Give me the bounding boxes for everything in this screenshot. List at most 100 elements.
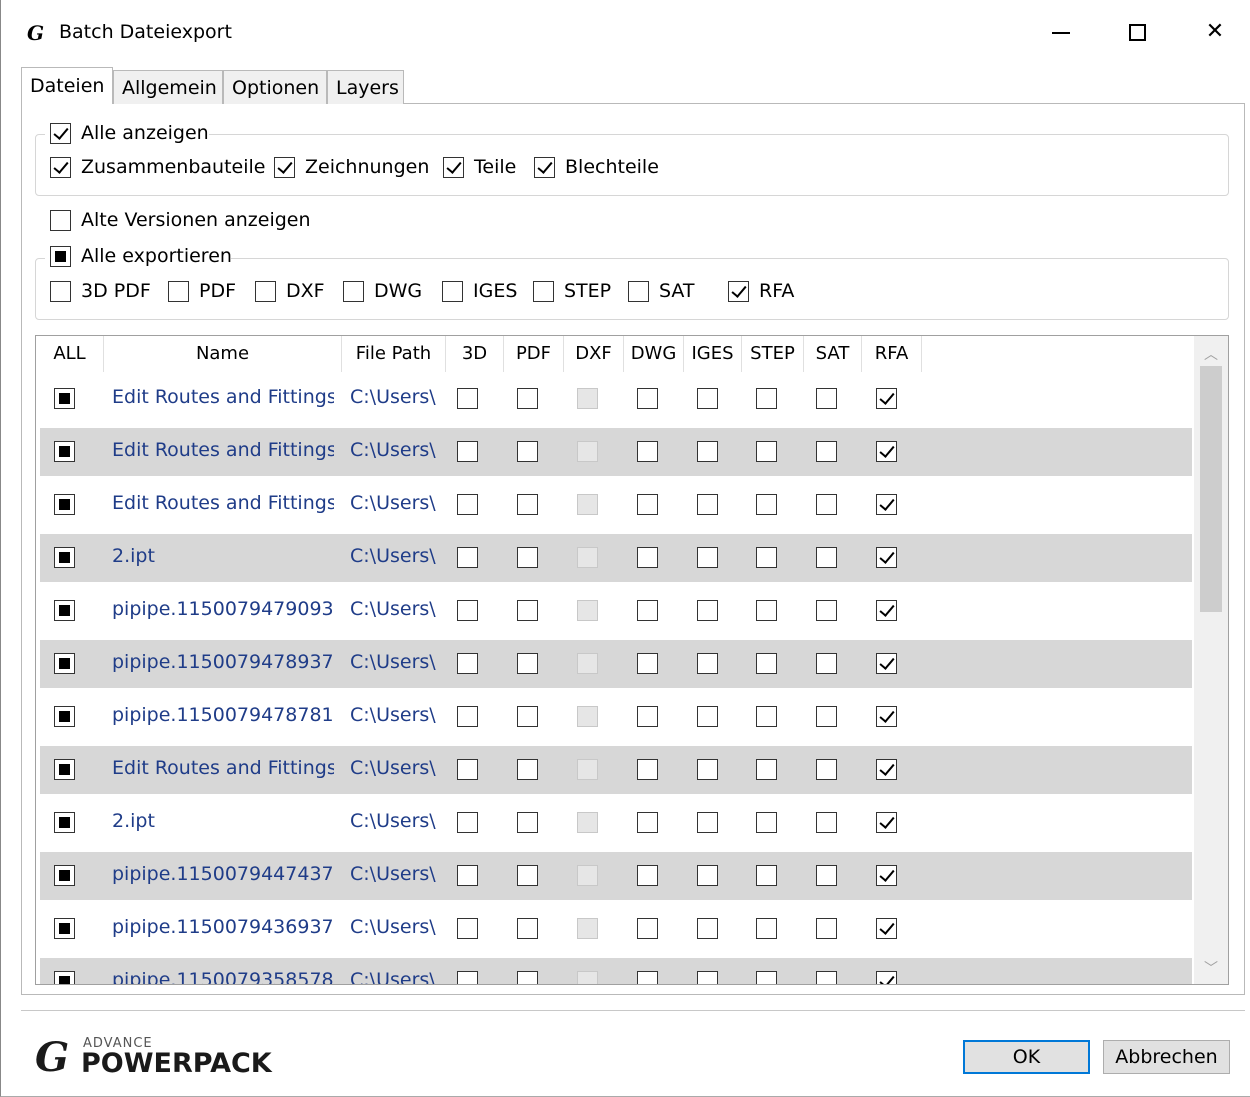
close-button[interactable]: ✕ bbox=[1195, 14, 1235, 50]
format-sat-checkbox[interactable] bbox=[628, 281, 649, 302]
column-header-all[interactable]: ALL bbox=[36, 336, 104, 372]
row-step-checkbox[interactable] bbox=[756, 388, 777, 409]
row-step-checkbox[interactable] bbox=[756, 812, 777, 833]
row-pdf-checkbox[interactable] bbox=[517, 971, 538, 984]
table-row[interactable]: pipipe.1150079447437.i C:\Users\ bbox=[40, 852, 1192, 900]
row-dwg-checkbox[interactable] bbox=[637, 918, 658, 939]
table-row[interactable]: pipipe.1150079478781.i C:\Users\ bbox=[40, 693, 1192, 741]
row-iges-checkbox[interactable] bbox=[697, 600, 718, 621]
row-all-checkbox[interactable] bbox=[54, 547, 75, 568]
column-header-dxf[interactable]: DXF bbox=[564, 336, 624, 372]
row-dwg-checkbox[interactable] bbox=[637, 865, 658, 886]
column-header-iges[interactable]: IGES bbox=[684, 336, 742, 372]
row-dwg-checkbox[interactable] bbox=[637, 388, 658, 409]
row-iges-checkbox[interactable] bbox=[697, 441, 718, 462]
row-rfa-checkbox[interactable] bbox=[876, 388, 897, 409]
tab-optionen[interactable]: Optionen bbox=[223, 70, 327, 104]
row-rfa-checkbox[interactable] bbox=[876, 865, 897, 886]
row-sat-checkbox[interactable] bbox=[816, 653, 837, 674]
column-header-dwg[interactable]: DWG bbox=[624, 336, 684, 372]
row-dwg-checkbox[interactable] bbox=[637, 547, 658, 568]
title-bar[interactable]: G Batch Dateiexport ✕ bbox=[1, 0, 1250, 64]
row-all-checkbox[interactable] bbox=[54, 600, 75, 621]
row-pdf-checkbox[interactable] bbox=[517, 547, 538, 568]
row-all-checkbox[interactable] bbox=[54, 812, 75, 833]
row-iges-checkbox[interactable] bbox=[697, 706, 718, 727]
row-3d-checkbox[interactable] bbox=[457, 759, 478, 780]
row-pdf-checkbox[interactable] bbox=[517, 812, 538, 833]
table-row[interactable]: pipipe.1150079436937.i C:\Users\ bbox=[40, 905, 1192, 953]
row-sat-checkbox[interactable] bbox=[816, 388, 837, 409]
row-3d-checkbox[interactable] bbox=[457, 494, 478, 515]
row-rfa-checkbox[interactable] bbox=[876, 918, 897, 939]
row-sat-checkbox[interactable] bbox=[816, 918, 837, 939]
row-step-checkbox[interactable] bbox=[756, 971, 777, 984]
row-3d-checkbox[interactable] bbox=[457, 865, 478, 886]
row-all-checkbox[interactable] bbox=[54, 388, 75, 409]
column-header-3d[interactable]: 3D bbox=[446, 336, 504, 372]
format-rfa-checkbox[interactable] bbox=[728, 281, 749, 302]
row-all-checkbox[interactable] bbox=[54, 865, 75, 886]
column-header-file-path[interactable]: File Path bbox=[342, 336, 446, 372]
row-pdf-checkbox[interactable] bbox=[517, 653, 538, 674]
row-step-checkbox[interactable] bbox=[756, 494, 777, 515]
filter-parts-checkbox[interactable] bbox=[443, 157, 464, 178]
table-row[interactable]: 2.ipt C:\Users\ bbox=[40, 799, 1192, 847]
row-pdf-checkbox[interactable] bbox=[517, 441, 538, 462]
row-rfa-checkbox[interactable] bbox=[876, 706, 897, 727]
table-row[interactable]: pipipe.1150079479093.i C:\Users\ bbox=[40, 587, 1192, 635]
table-row[interactable]: Edit Routes and Fittings. C:\Users\ bbox=[40, 481, 1192, 529]
row-step-checkbox[interactable] bbox=[756, 653, 777, 674]
row-pdf-checkbox[interactable] bbox=[517, 865, 538, 886]
row-rfa-checkbox[interactable] bbox=[876, 653, 897, 674]
row-all-checkbox[interactable] bbox=[54, 918, 75, 939]
row-step-checkbox[interactable] bbox=[756, 600, 777, 621]
row-all-checkbox[interactable] bbox=[54, 441, 75, 462]
row-sat-checkbox[interactable] bbox=[816, 600, 837, 621]
row-iges-checkbox[interactable] bbox=[697, 812, 718, 833]
row-step-checkbox[interactable] bbox=[756, 547, 777, 568]
row-rfa-checkbox[interactable] bbox=[876, 441, 897, 462]
row-sat-checkbox[interactable] bbox=[816, 865, 837, 886]
cancel-button[interactable]: Abbrechen bbox=[1103, 1040, 1230, 1074]
row-pdf-checkbox[interactable] bbox=[517, 918, 538, 939]
row-3d-checkbox[interactable] bbox=[457, 441, 478, 462]
table-row[interactable]: 2.ipt C:\Users\ bbox=[40, 534, 1192, 582]
row-iges-checkbox[interactable] bbox=[697, 865, 718, 886]
row-rfa-checkbox[interactable] bbox=[876, 759, 897, 780]
tab-layers[interactable]: Layers bbox=[327, 70, 404, 104]
row-sat-checkbox[interactable] bbox=[816, 971, 837, 984]
row-dwg-checkbox[interactable] bbox=[637, 971, 658, 984]
row-3d-checkbox[interactable] bbox=[457, 918, 478, 939]
row-3d-checkbox[interactable] bbox=[457, 547, 478, 568]
row-dwg-checkbox[interactable] bbox=[637, 441, 658, 462]
filter-sheetmetal-checkbox[interactable] bbox=[534, 157, 555, 178]
row-step-checkbox[interactable] bbox=[756, 759, 777, 780]
tab-dateien[interactable]: Dateien bbox=[21, 67, 113, 104]
row-all-checkbox[interactable] bbox=[54, 971, 75, 984]
row-rfa-checkbox[interactable] bbox=[876, 812, 897, 833]
vertical-scrollbar[interactable]: ︿ ﹀ bbox=[1194, 336, 1228, 984]
row-iges-checkbox[interactable] bbox=[697, 494, 718, 515]
row-step-checkbox[interactable] bbox=[756, 918, 777, 939]
row-sat-checkbox[interactable] bbox=[816, 494, 837, 515]
row-3d-checkbox[interactable] bbox=[457, 812, 478, 833]
export-all-checkbox[interactable] bbox=[50, 246, 71, 267]
format-iges-checkbox[interactable] bbox=[442, 281, 463, 302]
table-row[interactable]: Edit Routes and Fittings. C:\Users\ bbox=[40, 375, 1192, 423]
row-3d-checkbox[interactable] bbox=[457, 600, 478, 621]
row-step-checkbox[interactable] bbox=[756, 441, 777, 462]
old-versions-checkbox[interactable] bbox=[50, 210, 71, 231]
row-all-checkbox[interactable] bbox=[54, 653, 75, 674]
row-sat-checkbox[interactable] bbox=[816, 706, 837, 727]
row-rfa-checkbox[interactable] bbox=[876, 600, 897, 621]
table-row[interactable]: Edit Routes and Fittings. C:\Users\ bbox=[40, 746, 1192, 794]
row-dwg-checkbox[interactable] bbox=[637, 653, 658, 674]
row-sat-checkbox[interactable] bbox=[816, 812, 837, 833]
row-pdf-checkbox[interactable] bbox=[517, 494, 538, 515]
table-row[interactable]: Edit Routes and Fittings. C:\Users\ bbox=[40, 428, 1192, 476]
row-3d-checkbox[interactable] bbox=[457, 653, 478, 674]
row-all-checkbox[interactable] bbox=[54, 494, 75, 515]
row-pdf-checkbox[interactable] bbox=[517, 759, 538, 780]
row-pdf-checkbox[interactable] bbox=[517, 706, 538, 727]
